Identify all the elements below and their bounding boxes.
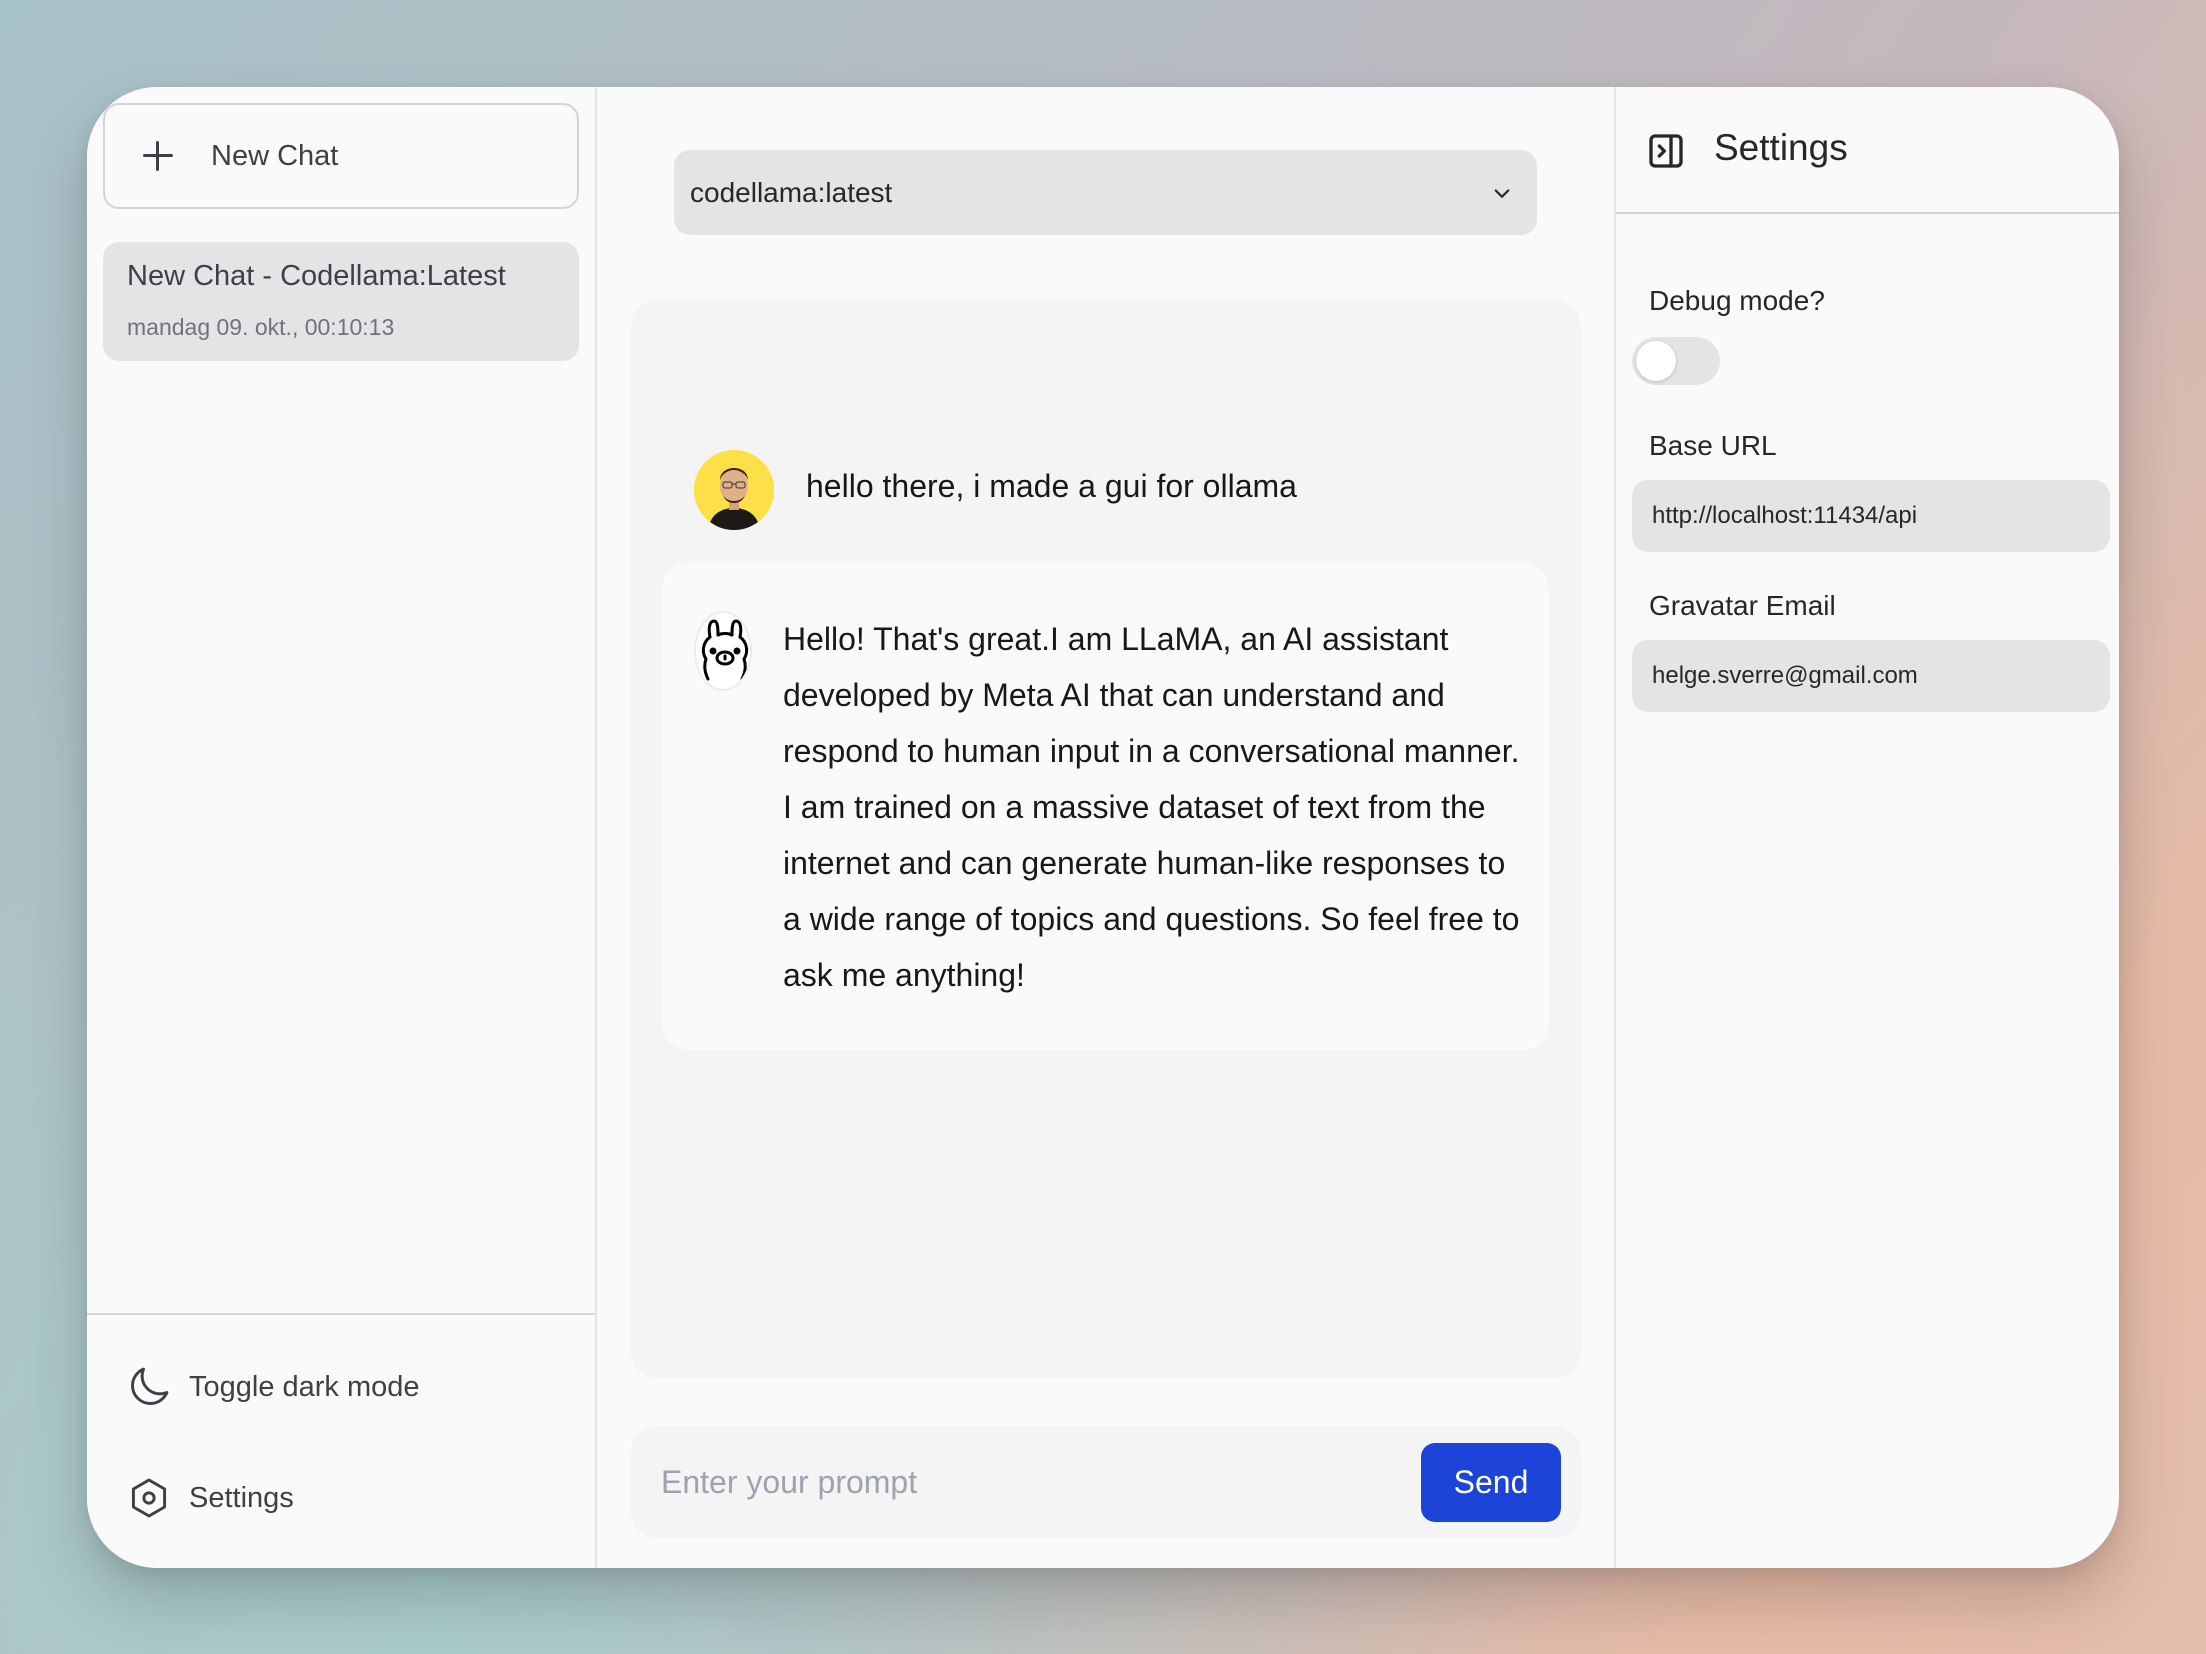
gravatar-email-label: Gravatar Email [1649, 590, 1836, 621]
toggle-dark-mode-button[interactable]: Toggle dark mode [127, 1365, 420, 1409]
base-url-label: Base URL [1649, 430, 1777, 461]
model-select[interactable]: codellama:latest [674, 150, 1537, 235]
chat-main: codellama:latest hello there, i made a g… [597, 87, 1614, 1568]
prompt-input[interactable] [661, 1446, 1441, 1518]
user-message-text: hello there, i made a gui for ollama [806, 468, 1297, 504]
settings-label: Settings [189, 1481, 294, 1514]
gravatar-email-input[interactable] [1632, 640, 2110, 712]
settings-button[interactable]: Settings [127, 1476, 294, 1520]
model-select-value: codellama:latest [690, 176, 893, 208]
collapse-panel-icon[interactable] [1646, 131, 1686, 171]
debug-mode-toggle[interactable] [1632, 337, 1720, 385]
toggle-dark-mode-label: Toggle dark mode [189, 1370, 420, 1403]
send-button[interactable]: Send [1421, 1443, 1561, 1522]
assistant-message: Hello! That's great.I am LLaMA, an AI as… [662, 563, 1549, 1050]
ollama-llama-avatar [694, 611, 752, 691]
sidebar-footer: Toggle dark mode Settings [87, 1313, 595, 1568]
settings-title: Settings [1714, 127, 1848, 168]
chat-list-item[interactable]: New Chat - Codellama:Latest mandag 09. o… [103, 242, 579, 361]
chat-timestamp: mandag 09. okt., 00:10:13 [127, 314, 395, 340]
new-chat-label: New Chat [211, 139, 339, 172]
settings-panel: Settings Debug mode? Base URL Gravatar E… [1614, 87, 2119, 1568]
user-avatar [694, 450, 774, 530]
chat-messages: hello there, i made a gui for ollama Hel… [631, 300, 1581, 1378]
assistant-message-text: Hello! That's great.I am LLaMA, an AI as… [783, 621, 1520, 993]
chevron-down-icon [1494, 189, 1510, 198]
chat-title: New Chat - Codellama:Latest [127, 260, 506, 292]
app-window: New Chat New Chat - Codellama:Latest man… [87, 87, 2119, 1568]
settings-header: Settings [1616, 87, 2119, 214]
toggle-knob [1636, 341, 1676, 381]
hexagon-gear-icon [127, 1476, 171, 1520]
debug-mode-label: Debug mode? [1649, 285, 1825, 316]
new-chat-button[interactable]: New Chat [103, 103, 579, 209]
plus-icon [141, 139, 175, 173]
base-url-input[interactable] [1632, 480, 2110, 552]
sidebar: New Chat New Chat - Codellama:Latest man… [87, 87, 597, 1568]
moon-icon [127, 1365, 171, 1409]
prompt-bar: Send [631, 1426, 1581, 1538]
